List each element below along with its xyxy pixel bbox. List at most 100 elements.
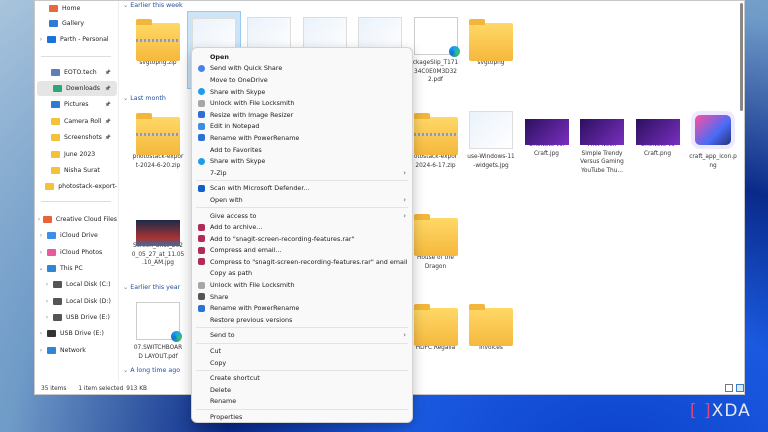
file-item[interactable]: 07.SWITCHBOAR D LAYOUT.pdf bbox=[131, 296, 185, 361]
sidebar-item-this-pc[interactable]: ⌄ This PC bbox=[35, 261, 117, 276]
file-item[interactable]: Invoices bbox=[464, 296, 518, 353]
craft-thumbnail-icon bbox=[691, 111, 735, 149]
file-item[interactable]: photostack-expor t-2024-6-20.zip bbox=[131, 105, 185, 170]
large-icons-view-button[interactable] bbox=[736, 384, 744, 392]
menu-item-rename[interactable]: Rename bbox=[192, 396, 412, 408]
file-name: House of the Dragon bbox=[417, 255, 454, 270]
divider bbox=[41, 56, 111, 57]
section-header[interactable]: A long time ago bbox=[123, 367, 180, 374]
menu-item-label: Share with Skype bbox=[210, 87, 266, 96]
menu-item-open[interactable]: Open bbox=[192, 51, 412, 63]
menu-item-add-to-archive[interactable]: Add to archive... bbox=[192, 221, 412, 233]
file-item[interactable]: Screen_Shot_202 0_05_27_at_11.05 .10_AM.… bbox=[131, 206, 185, 268]
sidebar-item-photostack-export-[interactable]: photostack-export- bbox=[35, 179, 117, 194]
menu-item-properties[interactable]: Properties bbox=[192, 411, 412, 423]
section-header[interactable]: Earlier this year bbox=[123, 284, 180, 291]
file-item[interactable]: svgtopng bbox=[464, 11, 518, 68]
menu-item-compress-to-snagit-screen-recording-features-rar-and-email[interactable]: Compress to "snagit-screen-recording-fea… bbox=[192, 256, 412, 268]
menu-item-restore-previous-versions[interactable]: Restore previous versions bbox=[192, 314, 412, 326]
sidebar-item-network[interactable]: › Network bbox=[35, 343, 117, 358]
sidebar-item-june-2023[interactable]: June 2023 bbox=[35, 147, 117, 162]
chevron-right-icon: › bbox=[403, 211, 406, 220]
sidebar-item-creative-cloud-files[interactable]: › Creative Cloud Files bbox=[35, 212, 117, 227]
file-item[interactable]: House of the Dragon bbox=[409, 206, 463, 271]
chevron-icon[interactable]: › bbox=[35, 232, 47, 239]
sidebar-item-usb-drive-e-[interactable]: › USB Drive (E:) bbox=[35, 310, 117, 325]
sidebar-item-local-disk-c-[interactable]: › Local Disk (C:) bbox=[35, 277, 117, 292]
file-item[interactable]: HDFC Regalia bbox=[409, 296, 463, 353]
chevron-icon[interactable]: › bbox=[41, 314, 53, 321]
chevron-icon[interactable]: › bbox=[35, 330, 47, 337]
chevron-icon[interactable]: › bbox=[35, 36, 47, 43]
section-header[interactable]: Earlier this week bbox=[123, 2, 182, 9]
vertical-scrollbar[interactable] bbox=[740, 3, 743, 111]
details-view-button[interactable] bbox=[725, 384, 733, 392]
chevron-icon[interactable]: › bbox=[35, 249, 47, 256]
file-name: Pink Neon Simple Trendy Versus Gaming Yo… bbox=[580, 142, 624, 174]
menu-item-give-access-to[interactable]: Give access to › bbox=[192, 210, 412, 222]
purple-thumbnail-icon bbox=[580, 119, 624, 145]
sidebar-item-icloud-drive[interactable]: › iCloud Drive bbox=[35, 228, 117, 243]
notepad-icon bbox=[192, 122, 210, 130]
sidebar-item-label: Nisha Surat bbox=[64, 167, 100, 174]
sidebar-item-parth-personal[interactable]: › Parth - Personal bbox=[35, 32, 117, 47]
menu-item-delete[interactable]: Delete bbox=[192, 384, 412, 396]
file-item[interactable]: Pink Neon Simple Trendy Versus Gaming Yo… bbox=[575, 105, 629, 175]
menu-item-share-with-skype[interactable]: Share with Skype bbox=[192, 155, 412, 167]
file-item[interactable]: OneNote vs Craft.png bbox=[631, 105, 685, 158]
menu-item-share-with-skype[interactable]: Share with Skype bbox=[192, 86, 412, 98]
menu-item-open-with[interactable]: Open with › bbox=[192, 194, 412, 206]
sidebar-item-downloads[interactable]: Downloads 📌 bbox=[37, 81, 117, 96]
sidebar-item-eoto-tech[interactable]: EOTO.tech 📌 bbox=[35, 65, 117, 80]
pin-icon: 📌 bbox=[104, 118, 111, 125]
menu-item-cut[interactable]: Cut bbox=[192, 345, 412, 357]
file-item[interactable]: craft_app_icon.p ng bbox=[686, 105, 739, 170]
item-count: 35 items bbox=[41, 386, 67, 392]
menu-item-unlock-with-file-locksmith[interactable]: Unlock with File Locksmith bbox=[192, 279, 412, 291]
sidebar-item-local-disk-d-[interactable]: › Local Disk (D:) bbox=[35, 294, 117, 309]
sidebar-item-home[interactable]: Home bbox=[35, 1, 117, 16]
sidebar-item-nisha-surat[interactable]: Nisha Surat bbox=[35, 163, 117, 178]
file-item[interactable]: use-Windows-11 -widgets.jpg bbox=[464, 105, 518, 170]
menu-item-add-to-snagit-screen-recording-features-rar[interactable]: Add to "snagit-screen-recording-features… bbox=[192, 233, 412, 245]
file-item[interactable]: ckageSlip_T171 34C0E0M3D32 2.pdf bbox=[409, 11, 463, 85]
section-header[interactable]: Last month bbox=[123, 95, 166, 102]
chevron-icon[interactable]: › bbox=[41, 281, 53, 288]
chevron-icon[interactable]: › bbox=[35, 347, 47, 354]
file-item[interactable]: otostack-expor 2024-6-17.zip bbox=[409, 105, 463, 170]
sidebar-item-camera-roll[interactable]: Camera Roll 📌 bbox=[35, 114, 117, 129]
sidebar-item-label: iCloud Photos bbox=[60, 249, 103, 256]
sidebar-item-pictures[interactable]: Pictures 📌 bbox=[35, 97, 117, 112]
menu-item-edit-in-notepad[interactable]: Edit in Notepad bbox=[192, 121, 412, 133]
menu-item-label: Scan with Microsoft Defender... bbox=[210, 184, 310, 193]
menu-item-copy[interactable]: Copy bbox=[192, 357, 412, 369]
menu-item-move-to-onedrive[interactable]: Move to OneDrive bbox=[192, 74, 412, 86]
file-item[interactable]: svgtopng.zip bbox=[131, 11, 185, 68]
menu-item-add-to-favorites[interactable]: Add to Favorites bbox=[192, 144, 412, 156]
chevron-icon[interactable]: › bbox=[35, 216, 43, 223]
menu-item-rename-with-powerrename[interactable]: Rename with PowerRename bbox=[192, 302, 412, 314]
file-item[interactable]: OneNote vs. Craft.jpg bbox=[520, 105, 574, 158]
chevron-icon[interactable]: › bbox=[41, 298, 53, 305]
menu-item-resize-with-image-resizer[interactable]: Resize with Image Resizer bbox=[192, 109, 412, 121]
chevron-icon[interactable]: ⌄ bbox=[35, 265, 47, 272]
menu-item-share[interactable]: Share bbox=[192, 291, 412, 303]
folder-icon bbox=[51, 134, 60, 141]
menu-item-compress-and-email[interactable]: Compress and email... bbox=[192, 245, 412, 257]
menu-item-create-shortcut[interactable]: Create shortcut bbox=[192, 372, 412, 384]
menu-item-scan-with-microsoft-defender[interactable]: Scan with Microsoft Defender... bbox=[192, 183, 412, 195]
sidebar-item-icloud-photos[interactable]: › iCloud Photos bbox=[35, 245, 117, 260]
menu-item-copy-as-path[interactable]: Copy as path bbox=[192, 268, 412, 280]
pc-icon bbox=[47, 265, 56, 272]
menu-item-7-zip[interactable]: 7-Zip › bbox=[192, 167, 412, 179]
sidebar-item-screenshots[interactable]: Screenshots 📌 bbox=[35, 130, 117, 145]
menu-item-unlock-with-file-locksmith[interactable]: Unlock with File Locksmith bbox=[192, 97, 412, 109]
menu-item-send-with-quick-share[interactable]: Send with Quick Share bbox=[192, 63, 412, 75]
menu-item-send-to[interactable]: Send to › bbox=[192, 330, 412, 342]
pdf-thumbnail-icon bbox=[136, 302, 182, 342]
sidebar-item-usb-drive-e-[interactable]: › USB Drive (E:) bbox=[35, 326, 117, 341]
sidebar-item-gallery[interactable]: Gallery bbox=[35, 16, 117, 31]
menu-item-rename-with-powerrename[interactable]: Rename with PowerRename bbox=[192, 132, 412, 144]
menu-item-label: Add to Favorites bbox=[210, 145, 262, 154]
onedrive-icon bbox=[47, 36, 56, 43]
